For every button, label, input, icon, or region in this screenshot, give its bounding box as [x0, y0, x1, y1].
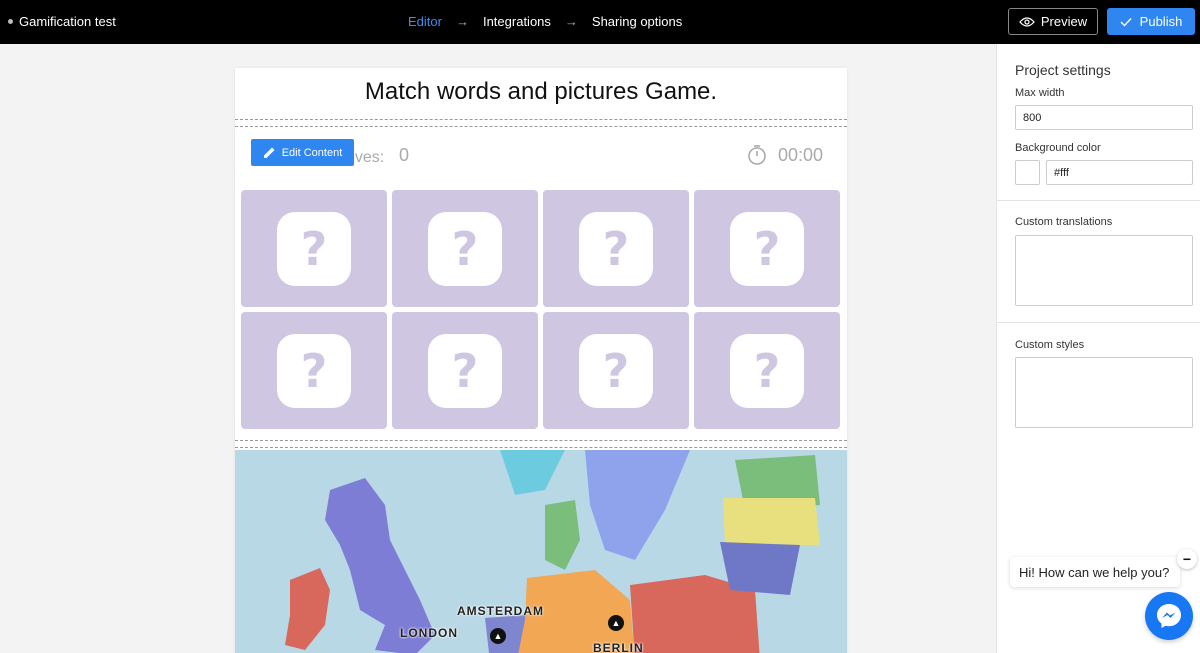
chat-greeting[interactable]: Hi! How can we help you? [1010, 557, 1180, 587]
question-mark-icon: ? [277, 333, 351, 408]
city-label-london: LONDON [400, 626, 458, 640]
step-nav: Editor → Integrations → Sharing options [408, 14, 682, 29]
step-editor[interactable]: Editor [408, 14, 442, 29]
game-title[interactable]: Match words and pictures Game. [235, 78, 847, 106]
map-region-sweden [585, 450, 690, 560]
memory-card[interactable]: ? [392, 312, 538, 429]
memory-card[interactable]: ? [241, 190, 387, 307]
chat-close-button[interactable]: − [1177, 549, 1197, 569]
custom-translations-label: Custom translations [1015, 216, 1113, 228]
section-divider [235, 119, 847, 120]
question-mark-icon: ? [730, 333, 804, 408]
question-mark-icon: ? [277, 211, 351, 286]
memory-card[interactable]: ? [392, 190, 538, 307]
map-graphic [285, 450, 820, 653]
publish-button[interactable]: Publish [1107, 8, 1195, 35]
preview-button[interactable]: Preview [1008, 8, 1098, 35]
question-mark-icon: ? [428, 211, 502, 286]
messenger-button[interactable] [1145, 592, 1193, 640]
question-mark-icon: ? [730, 211, 804, 286]
panel-divider [997, 322, 1200, 323]
step-sharing-options[interactable]: Sharing options [592, 14, 682, 29]
status-dot [8, 19, 13, 24]
question-mark-icon: ? [579, 333, 653, 408]
map-region-denmark [545, 500, 580, 570]
map-region-lithuania [720, 542, 800, 595]
memory-card[interactable]: ? [241, 312, 387, 429]
map-region-norway [500, 450, 565, 495]
edit-content-label: Edit Content [281, 146, 343, 159]
europe-map[interactable]: AMSTERDAM LONDON BERLIN ▲ ▲ [235, 450, 847, 653]
max-width-input[interactable]: 800 [1015, 105, 1193, 130]
custom-styles-label: Custom styles [1015, 339, 1085, 351]
city-label-berlin: BERLIN [593, 641, 644, 653]
pencil-icon [263, 147, 275, 158]
question-mark-icon: ? [428, 333, 502, 408]
top-bar: Gamification test Editor → Integrations … [0, 0, 1200, 44]
check-icon [1120, 17, 1132, 27]
section-divider [235, 440, 847, 441]
background-color-label: Background color [1015, 142, 1101, 154]
memory-card[interactable]: ? [543, 312, 689, 429]
timer-value: 00:00 [778, 145, 824, 165]
museum-pin-icon[interactable]: ▲ [608, 615, 624, 631]
map-region-ireland [285, 568, 330, 650]
stopwatch-icon [748, 145, 766, 165]
memory-card[interactable]: ? [694, 312, 840, 429]
moves-value: 0 [399, 145, 410, 165]
card-grid: ? ? ? ? ? ? ? ? [241, 190, 842, 429]
memory-card[interactable]: ? [694, 190, 840, 307]
project-name[interactable]: Gamification test [19, 14, 116, 29]
messenger-icon [1157, 604, 1181, 628]
panel-divider [997, 200, 1200, 201]
section-divider [235, 447, 847, 448]
arrow-right-icon: → [455, 14, 469, 29]
max-width-label: Max width [1015, 87, 1065, 99]
edit-content-button[interactable]: Edit Content [251, 139, 354, 166]
custom-styles-textarea[interactable] [1015, 357, 1193, 428]
eye-icon [1019, 16, 1035, 27]
publish-label: Publish [1139, 14, 1183, 29]
settings-title: Project settings [1015, 62, 1111, 78]
section-divider [235, 126, 847, 127]
background-color-input[interactable]: #fff [1046, 160, 1193, 185]
color-swatch[interactable] [1015, 160, 1040, 185]
custom-translations-textarea[interactable] [1015, 235, 1193, 306]
map-region-latvia [723, 498, 820, 545]
arrow-right-icon: → [564, 14, 578, 29]
memory-card[interactable]: ? [543, 190, 689, 307]
museum-pin-icon[interactable]: ▲ [490, 628, 506, 644]
game-canvas: Match words and pictures Game. oves: 0 0… [235, 68, 847, 653]
step-integrations[interactable]: Integrations [483, 14, 551, 29]
question-mark-icon: ? [579, 211, 653, 286]
preview-label: Preview [1040, 14, 1088, 29]
city-label-amsterdam: AMSTERDAM [457, 604, 544, 618]
